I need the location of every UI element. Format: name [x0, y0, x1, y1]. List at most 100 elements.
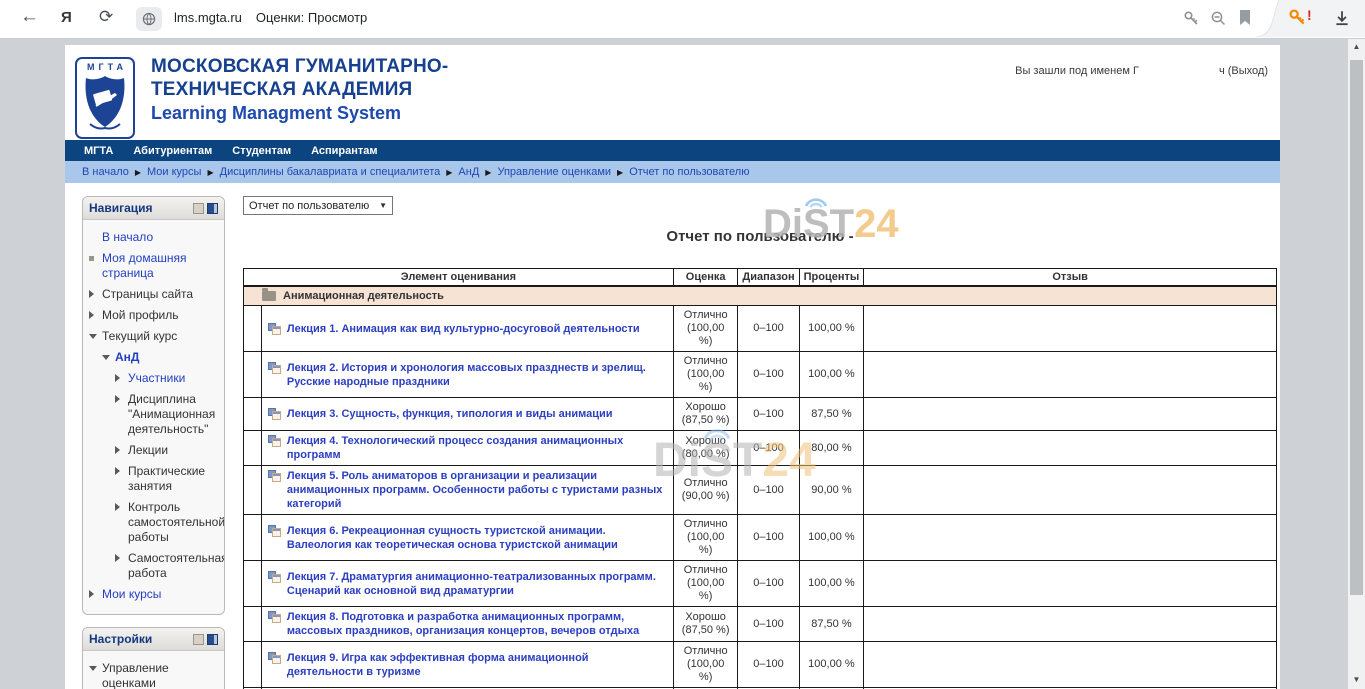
nav-item-12[interactable]: Мои курсы [88, 584, 220, 605]
row-gutter-cell [244, 431, 262, 466]
nav-item-3[interactable]: Мой профиль [88, 305, 220, 326]
academy-title-line1: МОСКОВСКАЯ ГУМАНИТАРНО- [151, 55, 448, 78]
address-url[interactable]: lms.mgta.ru [174, 10, 242, 25]
download-icon[interactable] [1333, 9, 1351, 27]
expand-icon[interactable] [114, 392, 128, 403]
grade-item-link[interactable]: Лекция 2. История и хронология массовых … [287, 361, 667, 389]
nav-item-11[interactable]: Самостоятельная работа [114, 548, 220, 584]
zoom-search-icon[interactable] [1210, 10, 1227, 27]
collapse-icon[interactable] [88, 329, 102, 339]
grade-item-link[interactable]: Лекция 5. Роль аниматоров в организации … [287, 469, 667, 511]
range-cell: 0–100 [738, 642, 799, 688]
quiz-icon [268, 525, 281, 537]
column-header-4: Отзыв [864, 269, 1277, 287]
expand-icon[interactable] [114, 500, 128, 511]
nav-item-label: Страницы сайта [102, 287, 193, 302]
page-sheet: МГТА МОСКОВСКАЯ ГУМАНИТАРНО- ТЕХНИЧЕСКАЯ… [65, 45, 1280, 689]
expand-icon[interactable] [114, 371, 128, 382]
collapse-icon[interactable] [88, 661, 102, 671]
browser-back-icon[interactable]: ← [20, 6, 39, 28]
breadcrumb-link-5[interactable]: Отчет по пользователю [629, 166, 749, 178]
expand-icon[interactable] [114, 551, 128, 562]
nav-item-0[interactable]: В начало [88, 227, 220, 248]
vertical-scrollbar[interactable]: ▲ ▼ [1348, 38, 1365, 689]
grade-item-cell: Лекция 3. Сущность, функция, типология и… [261, 398, 673, 431]
row-gutter-cell [244, 306, 262, 352]
nav-item-4[interactable]: Текущий курс [88, 326, 220, 347]
navigation-block-header: Навигация [83, 197, 224, 220]
feedback-cell [864, 466, 1277, 515]
grade-word: Отлично [680, 477, 732, 490]
breadcrumb-link-3[interactable]: АнД [458, 166, 479, 178]
block-collapse-icon[interactable] [193, 634, 204, 645]
grade-cell: Хорошо(87,50 %) [673, 607, 738, 642]
settings-tree: Управление оценкамиОбзорный отчетОтчет п… [83, 651, 224, 689]
nav-item-10[interactable]: Контроль самостоятельной работы [114, 497, 220, 548]
breadcrumb-separator-icon: ▶ [485, 168, 491, 177]
nav-item-2[interactable]: Страницы сайта [88, 284, 220, 305]
range-cell: 0–100 [738, 561, 799, 607]
nav-item-7[interactable]: Дисциплина "Анимационная деятельность" [114, 389, 220, 440]
grade-item-link[interactable]: Лекция 9. Игра как эффективная форма ани… [287, 651, 667, 679]
breadcrumb-link-4[interactable]: Управление оценками [497, 166, 611, 178]
breadcrumb-link-1[interactable]: Мои курсы [147, 166, 201, 178]
row-gutter-cell [244, 607, 262, 642]
nav-item-label: АнД [115, 350, 139, 365]
navbar-item-1[interactable]: Абитуриентам [123, 145, 222, 157]
expand-icon[interactable] [88, 308, 102, 319]
expand-icon[interactable] [114, 464, 128, 475]
yandex-browser-icon[interactable]: Я [61, 9, 72, 26]
nav-item-1[interactable]: Моя домашняя страница [88, 248, 220, 284]
grade-word: Отлично [680, 355, 732, 368]
table-row: Лекция 4. Технологический процесс создан… [244, 431, 1277, 466]
site-icon-chip[interactable] [136, 7, 162, 31]
grade-percent: (100,00 %) [680, 322, 732, 348]
grade-item-link[interactable]: Лекция 1. Анимация как вид культурно-дос… [287, 322, 640, 336]
scroll-up-icon[interactable]: ▲ [1348, 40, 1365, 54]
settings-item-label: Управление оценками [102, 661, 220, 689]
grade-item-link[interactable]: Лекция 6. Рекреационная сущность туристс… [287, 524, 667, 552]
expand-icon[interactable] [114, 443, 128, 454]
login-name-end: ч [1219, 65, 1225, 77]
collapse-icon[interactable] [101, 350, 115, 360]
reload-icon[interactable]: ⟳ [99, 7, 113, 27]
password-key-icon[interactable] [1183, 10, 1200, 27]
range-cell: 0–100 [738, 398, 799, 431]
breadcrumb-link-0[interactable]: В начало [82, 166, 129, 178]
bookmark-icon[interactable] [1238, 9, 1252, 27]
scrollbar-thumb[interactable] [1350, 60, 1363, 595]
row-gutter-cell [244, 642, 262, 688]
grade-item-link[interactable]: Лекция 8. Подготовка и разработка анимац… [287, 610, 667, 638]
grade-item-link[interactable]: Лекция 4. Технологический процесс создан… [287, 434, 667, 462]
logout-link[interactable]: (Выход) [1228, 65, 1268, 77]
navbar-item-3[interactable]: Аспирантам [301, 145, 387, 157]
percent-cell: 100,00 % [799, 515, 864, 561]
category-label: Анимационная деятельность [283, 290, 444, 302]
percent-cell: 87,50 % [799, 398, 864, 431]
nav-item-9[interactable]: Практические занятия [114, 461, 220, 497]
block-dock-icon[interactable] [207, 203, 218, 214]
grade-table-header-row: Элемент оцениванияОценкаДиапазонПроценты… [244, 269, 1277, 287]
academy-title-line2: ТЕХНИЧЕСКАЯ АКАДЕМИЯ [151, 78, 448, 101]
navbar-item-2[interactable]: Студентам [222, 145, 301, 157]
grade-word: Отлично [680, 564, 732, 577]
tab-title: Оценки: Просмотр [256, 10, 367, 25]
settings-item-0[interactable]: Управление оценками [88, 658, 220, 689]
nav-item-label: Самостоятельная работа [128, 551, 225, 581]
block-dock-icon[interactable] [207, 634, 218, 645]
grade-item-cell: Лекция 9. Игра как эффективная форма ани… [261, 642, 673, 688]
nav-item-6[interactable]: Участники [114, 368, 220, 389]
grade-item-link[interactable]: Лекция 3. Сущность, функция, типология и… [287, 407, 613, 421]
navbar-item-0[interactable]: МГТА [74, 145, 123, 157]
nav-item-8[interactable]: Лекции [114, 440, 220, 461]
breadcrumb-link-2[interactable]: Дисциплины бакалавриата и специалитета [220, 166, 441, 178]
block-collapse-icon[interactable] [193, 203, 204, 214]
scroll-down-icon[interactable]: ▼ [1348, 673, 1365, 687]
mgta-logo[interactable]: МГТА [75, 57, 135, 139]
report-type-select[interactable]: Отчет по пользователю ▼ [243, 196, 393, 215]
expand-icon[interactable] [88, 287, 102, 298]
grade-item-link[interactable]: Лекция 7. Драматургия анимационно-театра… [287, 570, 667, 598]
password-alert-key-icon[interactable] [1288, 8, 1307, 27]
expand-icon[interactable] [88, 587, 102, 598]
nav-item-5[interactable]: АнД [101, 347, 220, 368]
